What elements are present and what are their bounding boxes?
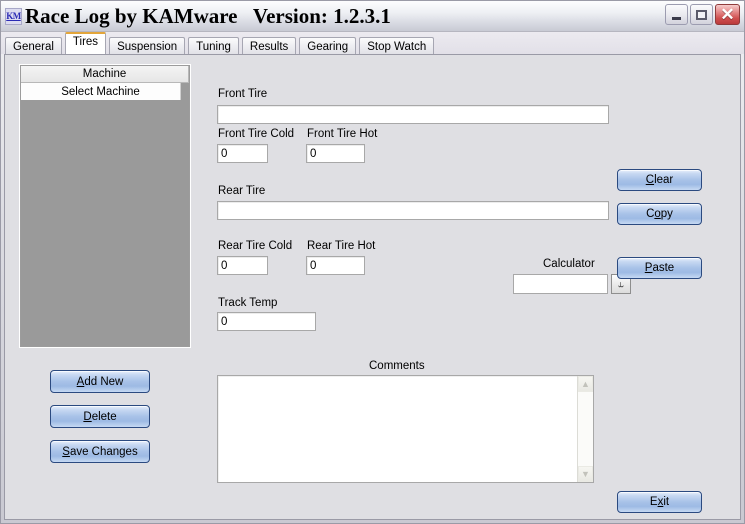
maximize-button[interactable] (690, 4, 713, 25)
rear-tire-input[interactable] (217, 201, 609, 220)
window-title: Race Log by KAMware Version: 1.2.3.1 (25, 3, 391, 28)
main-window: KM Race Log by KAMware Version: 1.2.3.1 … (0, 0, 745, 524)
rear-tire-hot-input[interactable]: 0 (306, 256, 365, 275)
track-temp-label: Track Temp (218, 297, 278, 309)
paste-label: Paste (644, 262, 675, 274)
scroll-down-icon[interactable]: ▼ (578, 466, 593, 482)
tab-gearing[interactable]: Gearing (299, 37, 357, 55)
exit-button[interactable]: Exit (617, 491, 702, 513)
delete-button[interactable]: Delete (50, 405, 150, 428)
front-tire-cold-label: Front Tire Cold (218, 128, 295, 140)
machine-list-header: Machine (21, 66, 189, 83)
minimize-button[interactable] (665, 4, 688, 25)
title-bar: KM Race Log by KAMware Version: 1.2.3.1 … (1, 1, 744, 32)
close-button[interactable]: ✕ (715, 4, 740, 25)
comments-textarea[interactable] (218, 376, 577, 482)
comments-field[interactable]: ▲ ▼ (217, 375, 594, 483)
rear-tire-cold-input[interactable]: 0 (217, 256, 268, 275)
list-item[interactable]: Select Machine (21, 83, 181, 100)
calculator-label: Calculator (543, 258, 595, 270)
add-new-button[interactable]: Add New (50, 370, 150, 393)
add-new-label: Add New (76, 375, 124, 388)
rear-tire-label: Rear Tire (218, 185, 266, 197)
paste-button[interactable]: Paste (617, 257, 702, 279)
chevron-down-icon: ⥿ (618, 278, 624, 290)
save-changes-label: Save Changes (62, 445, 138, 458)
rear-tire-cold-label: Rear Tire Cold (218, 240, 293, 252)
tab-stop-watch[interactable]: Stop Watch (359, 37, 435, 55)
front-tire-cold-input[interactable]: 0 (217, 144, 268, 163)
tab-tuning[interactable]: Tuning (188, 37, 239, 55)
tab-tires[interactable]: Tires (64, 32, 107, 54)
km-logo-text: KM (6, 10, 21, 21)
tab-results[interactable]: Results (241, 37, 297, 55)
tab-suspension[interactable]: Suspension (109, 37, 186, 55)
clear-button[interactable]: Clear (617, 169, 702, 191)
front-tire-hot-label: Front Tire Hot (307, 128, 378, 140)
track-temp-input[interactable]: 0 (217, 312, 316, 331)
close-icon: ✕ (720, 5, 735, 24)
comments-label: Comments (369, 360, 425, 372)
front-tire-label: Front Tire (218, 88, 268, 100)
exit-label: Exit (649, 496, 670, 508)
copy-button[interactable]: Copy (617, 203, 702, 225)
front-tire-hot-input[interactable]: 0 (306, 144, 365, 163)
clear-label: Clear (645, 174, 674, 186)
minimize-icon (672, 16, 681, 20)
front-tire-input[interactable] (217, 105, 609, 124)
km-logo-icon[interactable]: KM (5, 7, 22, 25)
tab-general[interactable]: General (5, 37, 62, 55)
rear-tire-hot-label: Rear Tire Hot (307, 240, 376, 252)
tires-panel: Machine Select Machine Add New Delete Sa… (4, 54, 741, 520)
maximize-icon (696, 9, 707, 20)
tab-strip: General Tires Suspension Tuning Results … (1, 32, 744, 55)
calculator-control: ⥿ (513, 274, 631, 294)
comments-scrollbar[interactable]: ▲ ▼ (577, 376, 593, 482)
copy-label: Copy (646, 208, 673, 220)
save-changes-button[interactable]: Save Changes (50, 440, 150, 463)
application-window: KM Race Log by KAMware Version: 1.2.3.1 … (0, 0, 745, 524)
scroll-up-icon[interactable]: ▲ (578, 376, 593, 392)
window-controls: ✕ (665, 4, 740, 25)
calculator-input[interactable] (513, 274, 608, 294)
machine-list[interactable]: Machine Select Machine (20, 65, 190, 347)
delete-label: Delete (83, 410, 117, 423)
